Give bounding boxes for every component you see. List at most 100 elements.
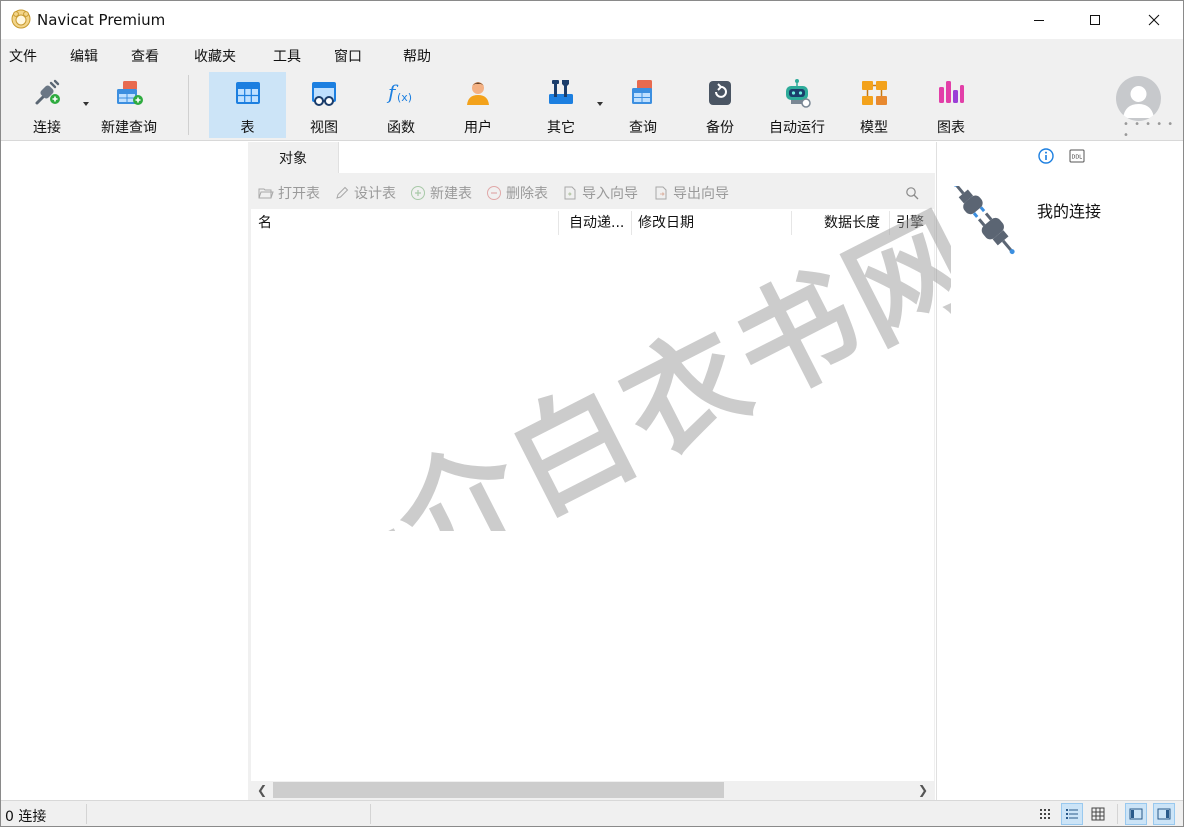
- other-dropdown-icon[interactable]: [597, 102, 603, 106]
- right-pane-icon: [1157, 808, 1171, 820]
- status-bar: 0 连接: [1, 800, 1183, 826]
- object-list[interactable]: 名 自动递... 修改日期 数据长度 引擎: [251, 209, 934, 781]
- column-divider[interactable]: [631, 211, 632, 235]
- maximize-button[interactable]: [1066, 1, 1124, 39]
- search-icon[interactable]: [905, 186, 919, 200]
- main-toolbar: 连接 新建查询 表 视图 f (x) 函数 用户 其它 查询 备份 自动运行 模…: [1, 71, 1183, 141]
- user-icon: [467, 82, 489, 105]
- er-view-button[interactable]: [1087, 803, 1109, 825]
- connect-button[interactable]: 连接: [13, 72, 81, 138]
- tab-objects[interactable]: 对象: [248, 142, 338, 173]
- column-header-data-length[interactable]: 数据长度: [824, 209, 890, 237]
- minimize-button[interactable]: [1010, 1, 1068, 39]
- maximize-icon: [1090, 15, 1100, 25]
- menu-file[interactable]: 文件: [9, 46, 37, 66]
- tools-icon: [549, 80, 573, 104]
- tab-strip-empty: [338, 142, 935, 173]
- scrollbar-thumb[interactable]: [273, 782, 724, 798]
- menu-tools[interactable]: 工具: [273, 46, 301, 66]
- column-divider[interactable]: [889, 211, 890, 235]
- tab-objects-label: 对象: [279, 150, 307, 167]
- window-title: Navicat Premium: [37, 11, 166, 29]
- close-icon: [1148, 14, 1160, 26]
- menu-help[interactable]: 帮助: [403, 46, 431, 66]
- export-wizard-button[interactable]: 导出向导: [653, 183, 729, 203]
- info-pane: DDL 我的连接: [936, 142, 1183, 800]
- column-header-name[interactable]: 名: [258, 209, 558, 237]
- list-view-button[interactable]: [1035, 803, 1057, 825]
- table-icon: [235, 82, 260, 104]
- automation-button[interactable]: 自动运行: [759, 72, 835, 138]
- status-divider: [1117, 804, 1118, 824]
- menu-favorites[interactable]: 收藏夹: [194, 46, 236, 66]
- model-icon: [862, 81, 887, 105]
- open-table-label: 打开表: [278, 186, 320, 202]
- list-view-icon: [1040, 809, 1050, 819]
- user-label: 用户: [464, 120, 492, 136]
- connection-count: 0 连接: [5, 809, 47, 825]
- export-icon: [655, 186, 667, 200]
- query-button[interactable]: 查询: [610, 72, 676, 138]
- new-query-label: 新建查询: [101, 120, 157, 136]
- add-circle-icon: [411, 186, 425, 200]
- automation-label: 自动运行: [769, 120, 825, 136]
- chart-button[interactable]: 图表: [918, 72, 984, 138]
- connection-plug-icon: [953, 186, 1015, 255]
- close-button[interactable]: [1125, 1, 1183, 39]
- backup-button[interactable]: 备份: [687, 72, 753, 138]
- menu-view[interactable]: 查看: [131, 46, 159, 66]
- account-avatar[interactable]: [1116, 76, 1161, 121]
- other-label: 其它: [547, 120, 575, 136]
- new-query-button[interactable]: 新建查询: [95, 72, 163, 138]
- column-divider[interactable]: [558, 211, 559, 235]
- detail-view-icon: [1066, 809, 1078, 819]
- toggle-nav-pane-button[interactable]: [1125, 803, 1147, 825]
- grid-view-icon: [1091, 807, 1105, 821]
- minimize-icon: [1034, 20, 1044, 21]
- scroll-left-icon[interactable]: ❮: [254, 782, 270, 798]
- connection-tree-pane[interactable]: [1, 142, 248, 800]
- horizontal-scrollbar[interactable]: ❮ ❯: [251, 781, 934, 798]
- query-label: 查询: [629, 120, 657, 136]
- info-icon[interactable]: [1038, 148, 1054, 164]
- open-table-button[interactable]: 打开表: [258, 183, 320, 203]
- table-label: 表: [240, 120, 255, 136]
- view-icon: [312, 82, 336, 106]
- import-wizard-button[interactable]: 导入向导: [562, 183, 638, 203]
- menu-edit[interactable]: 编辑: [70, 46, 98, 66]
- user-avatar-icon: [1123, 86, 1154, 118]
- delete-table-label: 删除表: [506, 186, 548, 202]
- other-button[interactable]: 其它: [528, 72, 594, 138]
- scroll-right-icon[interactable]: ❯: [915, 782, 931, 798]
- object-area: 对象 打开表 设计表 新建表 删除表 导入向导 导出向导 名 自动递... 修改…: [248, 142, 935, 800]
- pencil-icon: [336, 186, 349, 199]
- object-toolbar: 打开表 设计表 新建表 删除表 导入向导 导出向导: [248, 177, 935, 209]
- view-button[interactable]: 视图: [291, 72, 357, 138]
- column-divider[interactable]: [791, 211, 792, 235]
- backup-icon: [709, 81, 731, 105]
- import-wizard-label: 导入向导: [582, 186, 638, 202]
- delete-table-button[interactable]: 删除表: [486, 183, 548, 203]
- column-header-auto-increment[interactable]: 自动递...: [569, 209, 631, 237]
- menu-window[interactable]: 窗口: [334, 46, 362, 66]
- column-header-modified-date[interactable]: 修改日期: [638, 209, 788, 237]
- column-header-engine[interactable]: 引擎: [896, 209, 930, 237]
- tab-bar: 对象: [248, 142, 935, 173]
- plug-add-icon: [35, 79, 60, 105]
- function-button[interactable]: f (x) 函数: [368, 72, 434, 138]
- new-table-button[interactable]: 新建表: [410, 183, 472, 203]
- toggle-info-pane-button[interactable]: [1153, 803, 1175, 825]
- function-label: 函数: [387, 120, 415, 136]
- connect-dropdown-icon[interactable]: [83, 102, 89, 106]
- ddl-icon[interactable]: DDL: [1069, 149, 1085, 163]
- import-icon: [564, 186, 576, 200]
- detail-view-button[interactable]: [1061, 803, 1083, 825]
- model-button[interactable]: 模型: [841, 72, 907, 138]
- table-button[interactable]: 表: [209, 72, 286, 138]
- function-icon: f (x): [386, 80, 412, 104]
- left-pane-icon: [1129, 808, 1143, 820]
- backup-label: 备份: [706, 120, 734, 136]
- design-table-button[interactable]: 设计表: [334, 183, 396, 203]
- user-button[interactable]: 用户: [445, 72, 511, 138]
- new-table-label: 新建表: [430, 186, 472, 202]
